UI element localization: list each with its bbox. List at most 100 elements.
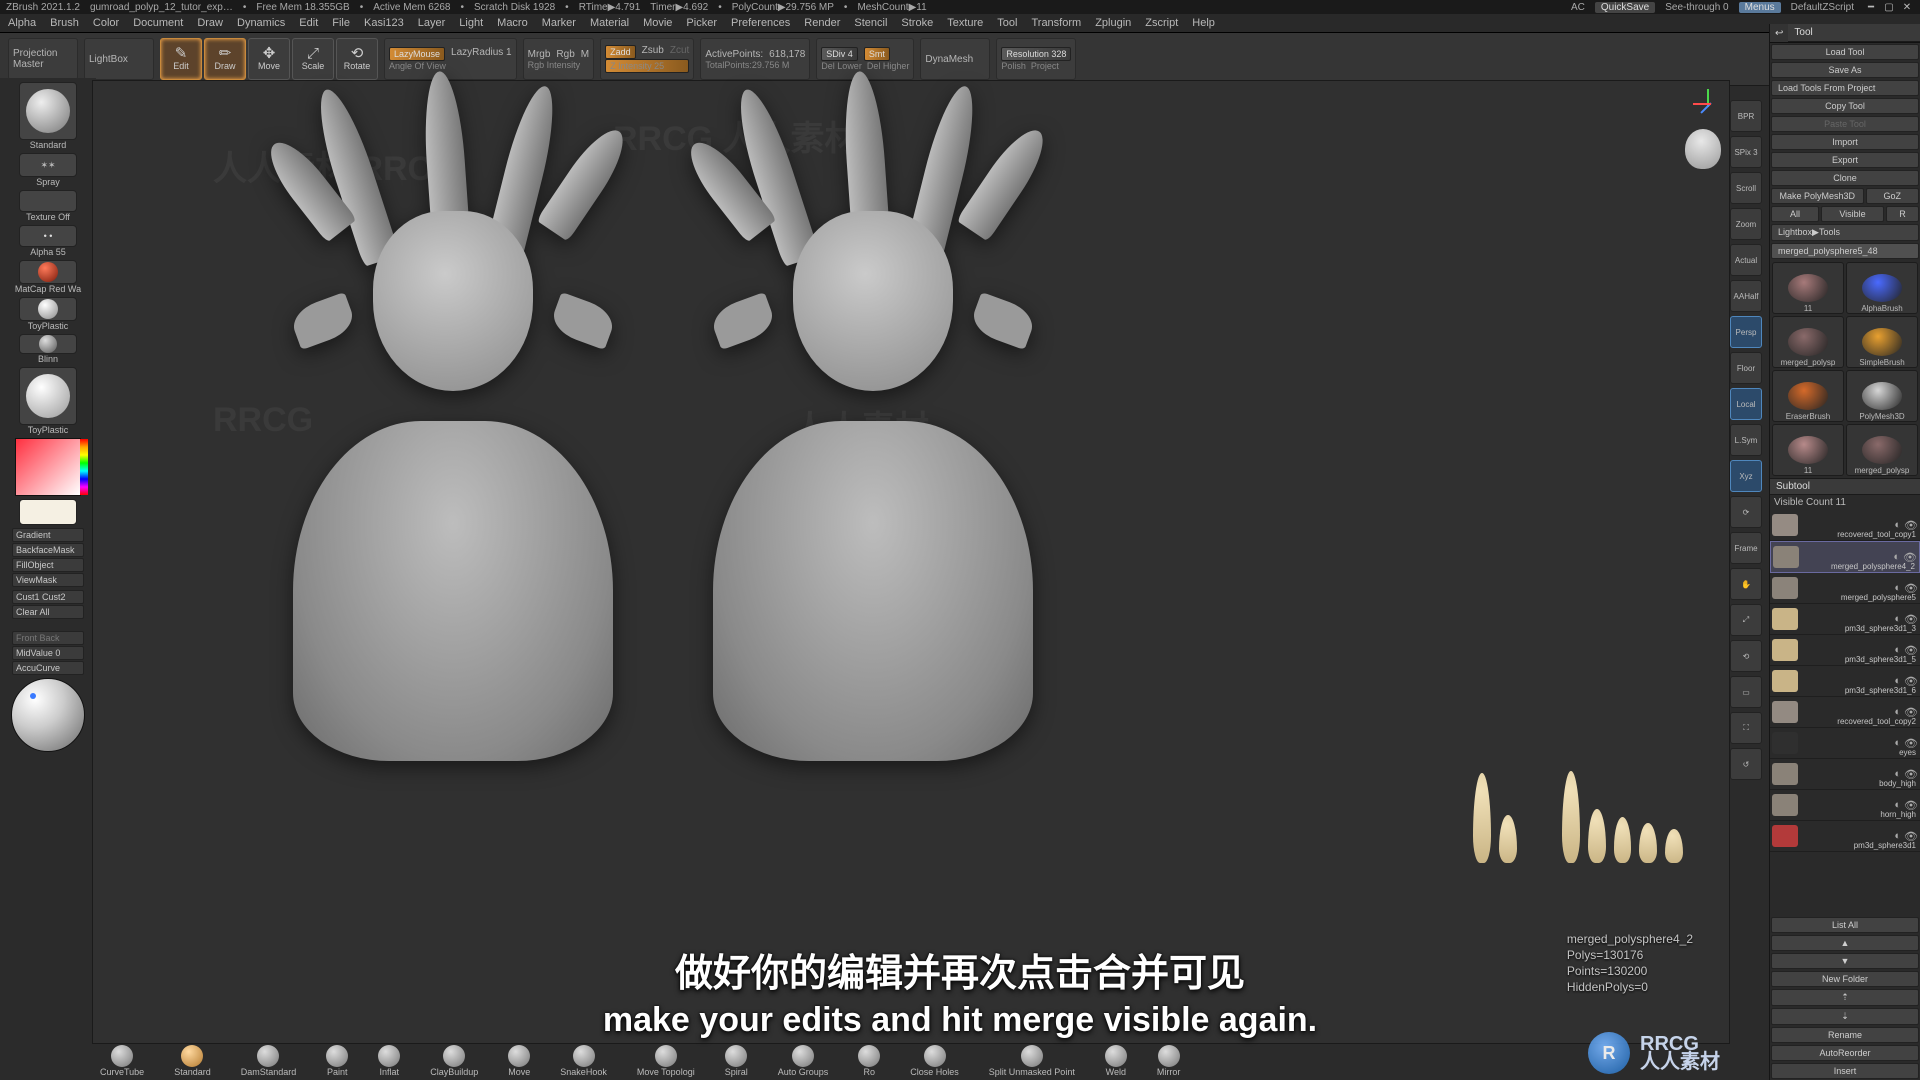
menu-movie[interactable]: Movie	[643, 17, 672, 29]
load-tools-project-button[interactable]: Load Tools From Project	[1771, 80, 1919, 96]
scale-mode-button[interactable]: ⤢Scale	[292, 38, 334, 80]
shelf-snakehook[interactable]: SnakeHook	[560, 1045, 607, 1077]
canvas---button[interactable]: ▭	[1730, 676, 1762, 708]
export-button[interactable]: Export	[1771, 152, 1919, 168]
shelf-curvetube[interactable]: CurveTube	[100, 1045, 144, 1077]
menu-kasi123[interactable]: Kasi123	[364, 17, 404, 29]
paste-tool-button[interactable]: Paste Tool	[1771, 116, 1919, 132]
rgb-toggle[interactable]: Rgb	[556, 49, 574, 60]
menu-picker[interactable]: Picker	[686, 17, 717, 29]
subtool-row[interactable]: ◐👁pm3d_sphere3d1	[1770, 821, 1920, 852]
new-folder-button[interactable]: New Folder	[1771, 971, 1919, 987]
goz-visible-button[interactable]: Visible	[1821, 206, 1884, 222]
canvas---button[interactable]: ⟳	[1730, 496, 1762, 528]
menu-file[interactable]: File	[332, 17, 350, 29]
del-higher-button[interactable]: Del Higher	[867, 61, 910, 71]
shelf-move[interactable]: Move	[508, 1045, 530, 1077]
del-lower-button[interactable]: Del Lower	[821, 61, 862, 71]
arrow-up-icon[interactable]: ▲	[1771, 935, 1919, 951]
zsub-toggle[interactable]: Zsub	[642, 45, 664, 59]
menu-dynamics[interactable]: Dynamics	[237, 17, 285, 29]
draw-mode-button[interactable]: ✏Draw	[204, 38, 246, 80]
mrgb-toggle[interactable]: Mrgb	[528, 49, 551, 60]
resolution-slider[interactable]: Resolution 328	[1001, 47, 1071, 61]
menu-material[interactable]: Material	[590, 17, 629, 29]
tool-thumb[interactable]: merged_polysp	[1772, 316, 1844, 368]
menu-stencil[interactable]: Stencil	[854, 17, 887, 29]
goz-button[interactable]: GoZ	[1866, 188, 1920, 204]
canvas-local-button[interactable]: Local	[1730, 388, 1762, 420]
subtool-row[interactable]: ◐👁horn_high	[1770, 790, 1920, 821]
backfacemask-button[interactable]: BackfaceMask	[12, 543, 84, 557]
alpha-slot[interactable]: • •Alpha 55	[12, 225, 84, 257]
menu-draw[interactable]: Draw	[197, 17, 223, 29]
quicksave-button[interactable]: QuickSave	[1595, 2, 1655, 13]
shelf-ro[interactable]: Ro	[858, 1045, 880, 1077]
menu-macro[interactable]: Macro	[497, 17, 528, 29]
shelf-split-unmasked-point[interactable]: Split Unmasked Point	[989, 1045, 1075, 1077]
sdiv-slider[interactable]: SDiv 4	[821, 47, 858, 61]
stroke-slot[interactable]: ✶✶Spray	[12, 153, 84, 187]
restore-config-icon[interactable]: ↩	[1770, 25, 1788, 42]
canvas-l-sym-button[interactable]: L.Sym	[1730, 424, 1762, 456]
list-all-button[interactable]: List All	[1771, 917, 1919, 933]
canvas---button[interactable]: ⛶	[1730, 712, 1762, 744]
canvas-bpr-button[interactable]: BPR	[1730, 100, 1762, 132]
menu-help[interactable]: Help	[1192, 17, 1215, 29]
subtool-row[interactable]: ◐👁pm3d_sphere3d1_3	[1770, 604, 1920, 635]
tool-thumb[interactable]: PolyMesh3D	[1846, 370, 1918, 422]
canvas-persp-button[interactable]: Persp	[1730, 316, 1762, 348]
menu-transform[interactable]: Transform	[1031, 17, 1081, 29]
menu-document[interactable]: Document	[133, 17, 183, 29]
subtool-list[interactable]: ◐👁recovered_tool_copy1◐👁merged_polyspher…	[1770, 510, 1920, 916]
load-tool-button[interactable]: Load Tool	[1771, 44, 1919, 60]
subtool-header[interactable]: Subtool	[1770, 478, 1920, 495]
current-tool-name[interactable]: merged_polysphere5_48	[1771, 243, 1919, 259]
subtool-row[interactable]: ◐👁merged_polysphere4_2	[1770, 541, 1920, 573]
midvalue-slider[interactable]: MidValue 0	[12, 646, 84, 660]
canvas-xyz-button[interactable]: Xyz	[1730, 460, 1762, 492]
accucurve-button[interactable]: AccuCurve	[12, 661, 84, 675]
copy-tool-button[interactable]: Copy Tool	[1771, 98, 1919, 114]
lightbox-button[interactable]: LightBox	[84, 38, 154, 80]
canvas---button[interactable]: ⟲	[1730, 640, 1762, 672]
shelf-paint[interactable]: Paint	[326, 1045, 348, 1077]
smt-toggle[interactable]: Smt	[864, 47, 890, 61]
shelf-spiral[interactable]: Spiral	[725, 1045, 748, 1077]
camera-head-icon[interactable]	[1685, 129, 1721, 169]
subtool-row[interactable]: ◐👁recovered_tool_copy1	[1770, 510, 1920, 541]
menu-alpha[interactable]: Alpha	[8, 17, 36, 29]
menu-layer[interactable]: Layer	[418, 17, 446, 29]
rotate-mode-button[interactable]: ⟲Rotate	[336, 38, 378, 80]
shelf-claybuildup[interactable]: ClayBuildup	[430, 1045, 478, 1077]
color-picker[interactable]	[12, 438, 84, 496]
goz-all-button[interactable]: All	[1771, 206, 1819, 222]
lightbox-tools-button[interactable]: Lightbox▶Tools	[1771, 224, 1919, 241]
dynamesh-button[interactable]: DynaMesh	[920, 38, 990, 80]
shelf-inflat[interactable]: Inflat	[378, 1045, 400, 1077]
gradient-button[interactable]: Gradient	[12, 528, 84, 542]
texture-slot[interactable]: Texture Off	[12, 190, 84, 222]
menu-light[interactable]: Light	[459, 17, 483, 29]
menu-stroke[interactable]: Stroke	[901, 17, 933, 29]
menu-marker[interactable]: Marker	[542, 17, 576, 29]
shelf-close-holes[interactable]: Close Holes	[910, 1045, 959, 1077]
clear-all-button[interactable]: Clear All	[12, 605, 84, 619]
secondary-color[interactable]	[12, 499, 84, 525]
polish-toggle[interactable]: Polish	[1001, 61, 1026, 71]
tool-thumb[interactable]: EraserBrush	[1772, 370, 1844, 422]
maximize-icon[interactable]: ▢	[1882, 2, 1896, 13]
tool-thumb[interactable]: 11	[1772, 424, 1844, 476]
rgb-intensity[interactable]: Rgb Intensity	[528, 60, 590, 70]
menu-zplugin[interactable]: Zplugin	[1095, 17, 1131, 29]
canvas-aahalf-button[interactable]: AAHalf	[1730, 280, 1762, 312]
menu-color[interactable]: Color	[93, 17, 119, 29]
subtool-row[interactable]: ◐👁merged_polysphere5	[1770, 573, 1920, 604]
material-preview[interactable]: ToyPlastic	[12, 367, 84, 435]
projection-master-button[interactable]: Projection Master	[8, 38, 78, 80]
cust-buttons[interactable]: Cust1 Cust2	[12, 590, 84, 604]
insert-button[interactable]: Insert	[1771, 1063, 1919, 1079]
shelf-damstandard[interactable]: DamStandard	[241, 1045, 297, 1077]
subtool-row[interactable]: ◐👁eyes	[1770, 728, 1920, 759]
default-zscript[interactable]: DefaultZScript	[1791, 2, 1854, 13]
